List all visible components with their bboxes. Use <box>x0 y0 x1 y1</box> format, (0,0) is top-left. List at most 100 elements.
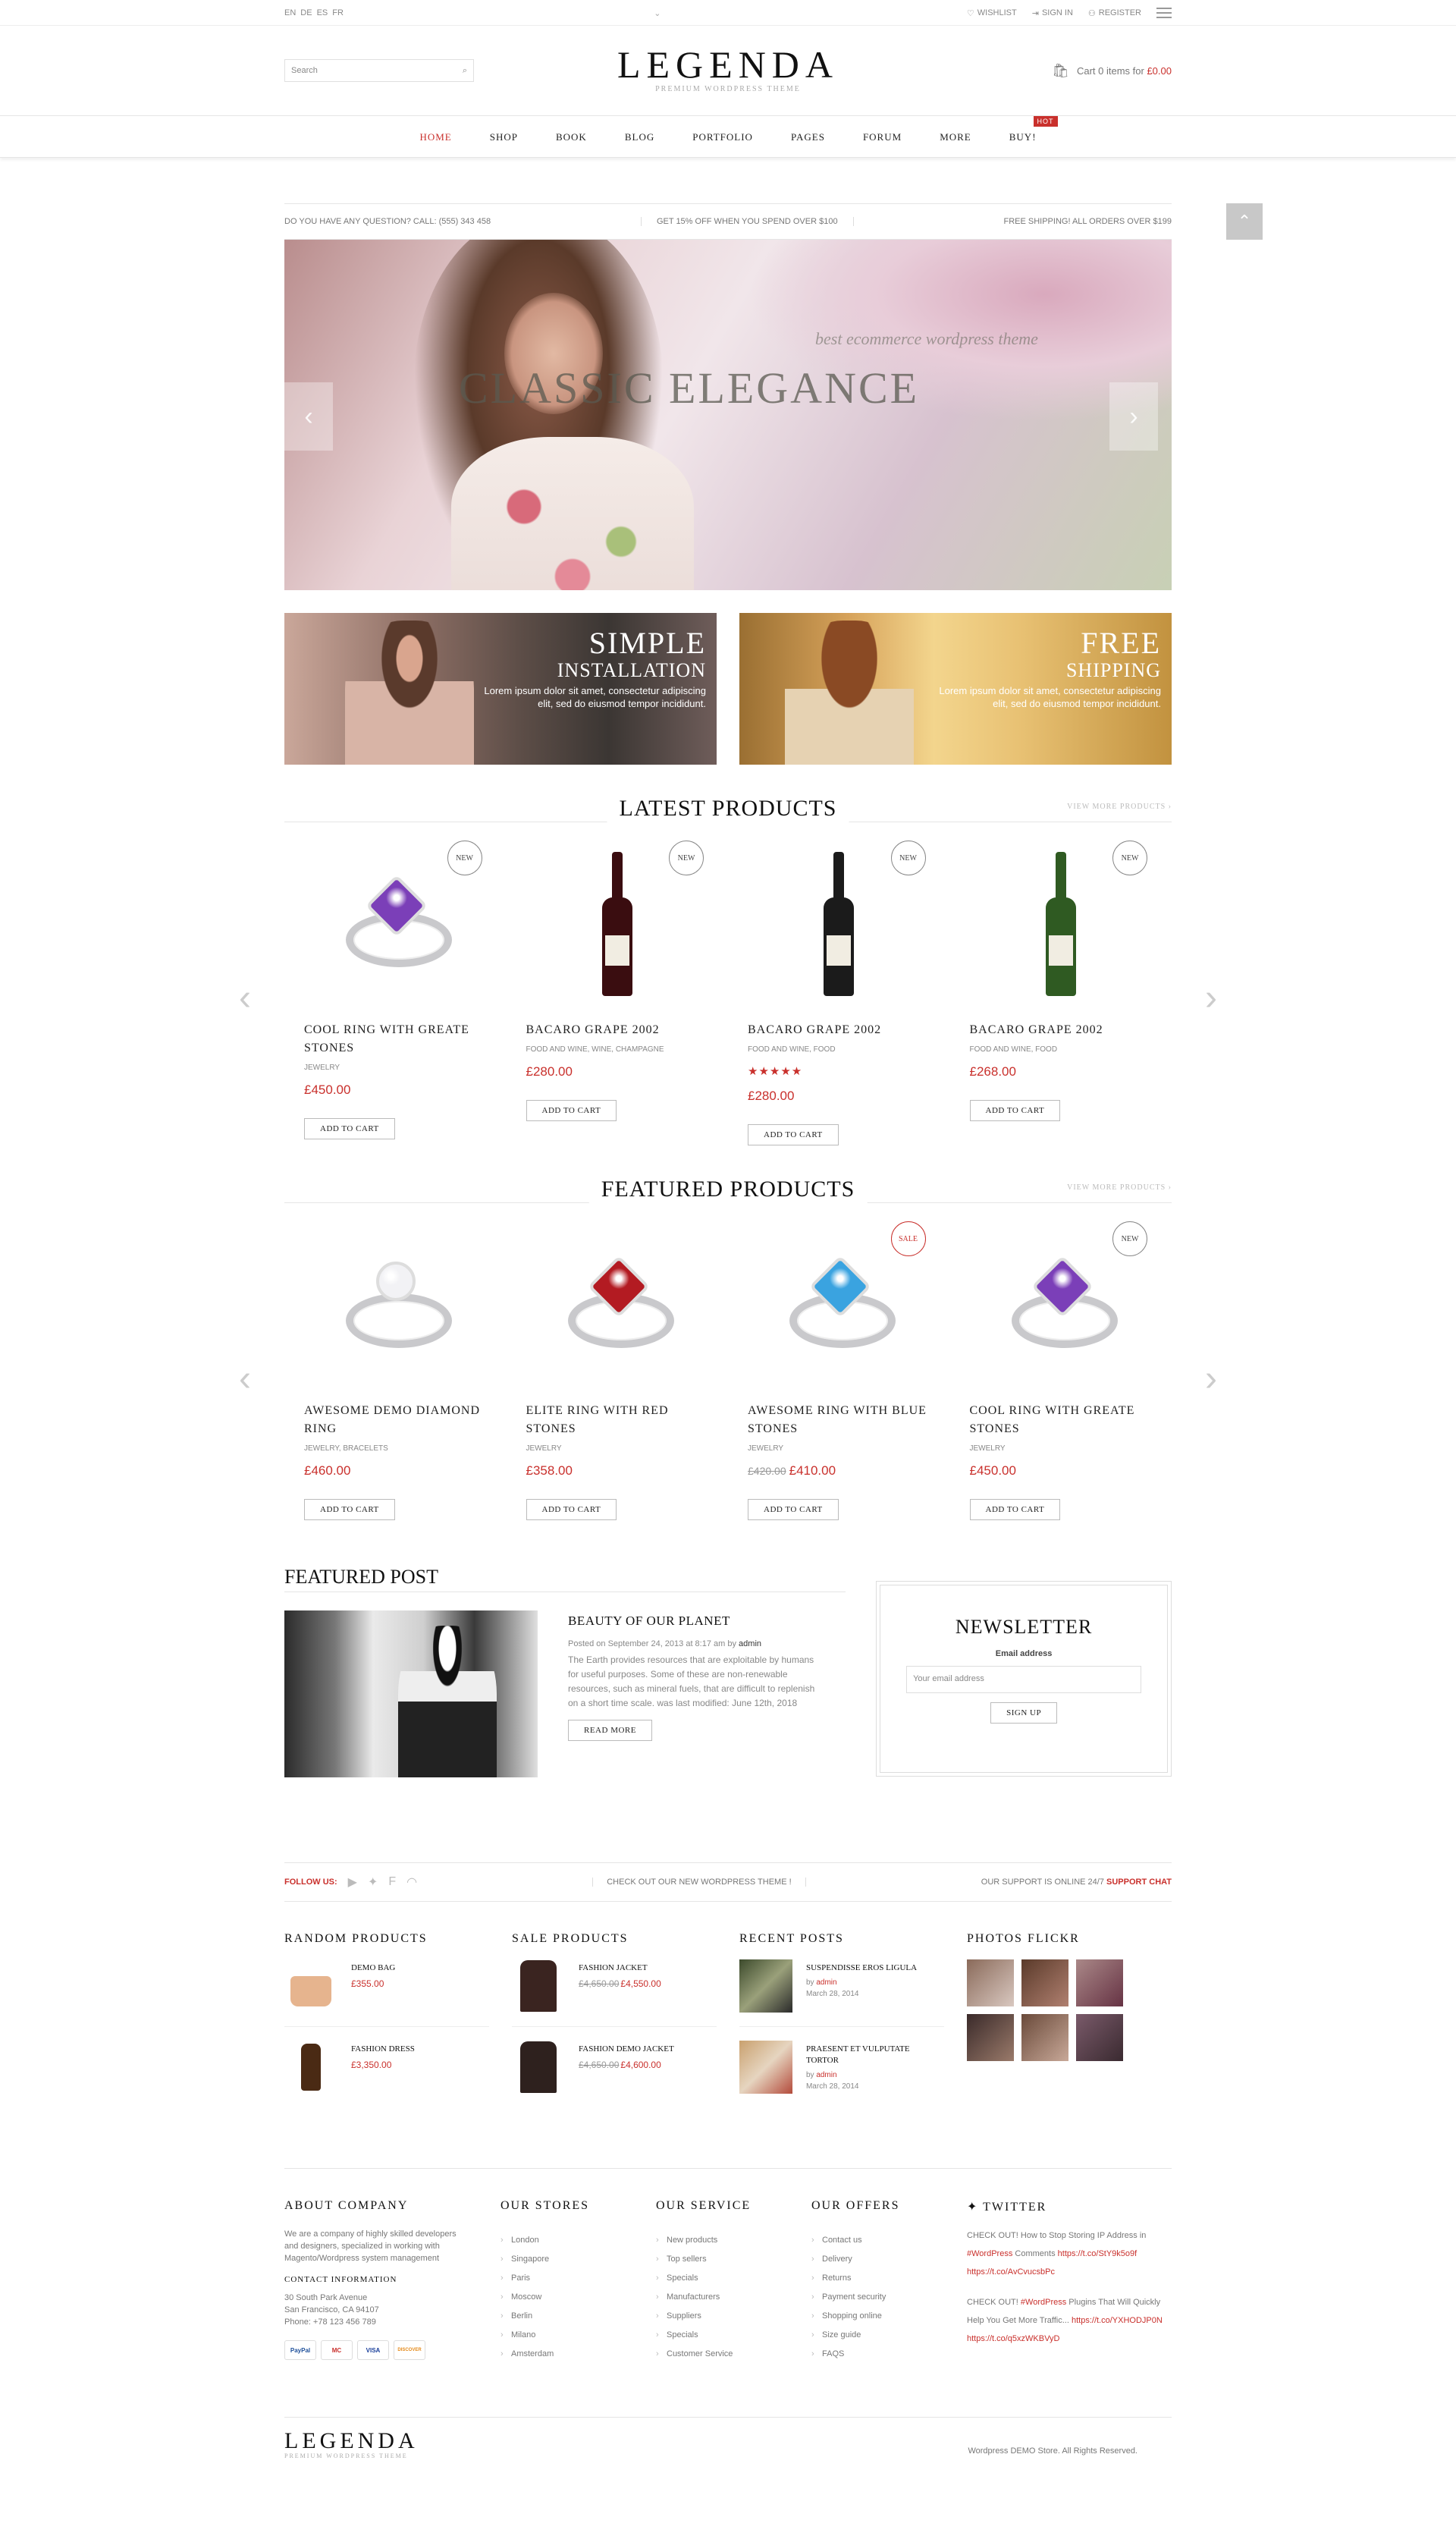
add-to-cart-button[interactable]: ADD TO CART <box>526 1499 617 1520</box>
footer-link[interactable]: Contact us <box>811 2231 933 2250</box>
flickr-photo[interactable] <box>967 2014 1014 2061</box>
hero-slider[interactable]: best ecommerce wordpress theme CLASSIC E… <box>284 240 1172 590</box>
banner-installation[interactable]: SIMPLE INSTALLATION Lorem ipsum dolor si… <box>284 613 717 765</box>
search-input[interactable]: Search ⌕ <box>284 59 474 82</box>
product-image[interactable]: SALE <box>748 1214 930 1396</box>
tweet-link[interactable]: https://t.co/q5xzWKBVyD <box>967 2334 1059 2343</box>
item-title[interactable]: FASHION DEMO JACKET <box>579 2044 674 2055</box>
footer-link[interactable]: Singapore <box>500 2250 622 2269</box>
list-item[interactable]: FASHION DRESS £3,350.00 <box>284 2041 489 2107</box>
slider-next-arrow-icon[interactable]: › <box>1109 382 1158 451</box>
footer-link[interactable]: Top sellers <box>656 2250 777 2269</box>
carousel-next-icon[interactable]: › <box>1205 1358 1217 1400</box>
footer-link[interactable]: New products <box>656 2231 777 2250</box>
sign-up-button[interactable]: SIGN UP <box>990 1702 1058 1724</box>
product-card[interactable]: NEW COOL RING WITH GREATE STONES JEWELRY £4… <box>950 1214 1172 1520</box>
product-image[interactable]: NEW <box>748 833 930 1015</box>
add-to-cart-button[interactable]: ADD TO CART <box>748 1499 839 1520</box>
nav-item-forum[interactable]: FORUM <box>863 131 902 143</box>
list-item[interactable]: FASHION JACKET £4,650.00 £4,550.00 <box>512 1959 717 2027</box>
email-field[interactable]: Your email address <box>906 1666 1142 1693</box>
signin-link[interactable]: ⇥ Sign In <box>1032 8 1073 18</box>
nav-item-more[interactable]: MORE <box>940 131 971 143</box>
cart-summary[interactable]: 🛍 Cart 0 items for £0.00 <box>1052 63 1172 79</box>
footer-link[interactable]: Suppliers <box>656 2307 777 2326</box>
follow-promo[interactable]: CHECK OUT OUR NEW WORDPRESS THEME ! <box>592 1878 806 1887</box>
list-item[interactable]: PRAESENT ET VULPUTATE TORTOR by admin Marc… <box>739 2041 944 2107</box>
footer-link[interactable]: Manufacturers <box>656 2288 777 2307</box>
footer-link[interactable]: Moscow <box>500 2288 622 2307</box>
flickr-photo[interactable] <box>967 1959 1014 2006</box>
footer-link[interactable]: Paris <box>500 2269 622 2288</box>
flickr-photo[interactable] <box>1076 2014 1123 2061</box>
product-image[interactable]: NEW <box>970 1214 1153 1396</box>
footer-link[interactable]: Milano <box>500 2326 622 2345</box>
add-to-cart-button[interactable]: ADD TO CART <box>748 1124 839 1145</box>
flickr-photo[interactable] <box>1021 1959 1068 2006</box>
tweet-link[interactable]: https://t.co/YXHODJP0N <box>1072 2316 1163 2325</box>
lang-fr[interactable]: FR <box>332 8 344 17</box>
item-title[interactable]: SUSPENDISSE EROS LIGULA <box>806 1962 917 1974</box>
post-title[interactable]: BEAUTY OF OUR PLANET <box>568 1614 818 1629</box>
footer-link[interactable]: Size guide <box>811 2326 933 2345</box>
post-author[interactable]: admin <box>816 2071 836 2079</box>
nav-item-buy[interactable]: BUY! HOT <box>1009 116 1058 143</box>
post-image[interactable] <box>284 1610 538 1777</box>
list-item[interactable]: SUSPENDISSE EROS LIGULA by admin March 28,… <box>739 1959 944 2027</box>
slider-prev-arrow-icon[interactable]: ‹ <box>284 382 333 451</box>
product-card[interactable]: NEW COOL RING WITH GREATE STONES JEWELRY £4… <box>284 833 507 1145</box>
item-title[interactable]: DEMO BAG <box>351 1962 395 1974</box>
rss-icon[interactable]: ◠ <box>406 1874 417 1890</box>
product-name[interactable]: BACARO GRAPE 2002 <box>748 1021 930 1039</box>
support-chat-link[interactable]: SUPPORT CHAT <box>1106 1878 1172 1887</box>
product-card[interactable]: NEW BACARO GRAPE 2002 FOOD AND WINE, WINE,… <box>507 833 729 1145</box>
chevron-down-icon[interactable]: ⌄ <box>654 8 661 18</box>
footer-link[interactable]: Customer Service <box>656 2345 777 2364</box>
product-card[interactable]: ELITE RING WITH RED STONES JEWELRY £358.00… <box>507 1214 729 1520</box>
logo[interactable]: LEGENDA PREMIUM WORDPRESS THEME <box>617 46 839 93</box>
footer-link[interactable]: Berlin <box>500 2307 622 2326</box>
footer-link[interactable]: Specials <box>656 2269 777 2288</box>
carousel-prev-icon[interactable]: ‹ <box>239 1358 251 1400</box>
footer-link[interactable]: FAQS <box>811 2345 933 2364</box>
lang-de[interactable]: DE <box>300 8 312 17</box>
add-to-cart-button[interactable]: ADD TO CART <box>304 1499 395 1520</box>
product-name[interactable]: COOL RING WITH GREATE STONES <box>970 1402 1153 1438</box>
add-to-cart-button[interactable]: ADD TO CART <box>526 1100 617 1121</box>
footer-link[interactable]: London <box>500 2231 622 2250</box>
footer-link[interactable]: Specials <box>656 2326 777 2345</box>
tweet-hashtag[interactable]: #WordPress <box>967 2249 1012 2258</box>
nav-item-book[interactable]: BOOK <box>556 131 587 143</box>
twitter-icon[interactable]: ✦ <box>368 1874 378 1890</box>
banner-shipping[interactable]: FREE SHIPPING Lorem ipsum dolor sit amet… <box>739 613 1172 765</box>
youtube-icon[interactable]: ▶ <box>348 1874 357 1890</box>
product-image[interactable]: NEW <box>304 833 487 1015</box>
add-to-cart-button[interactable]: ADD TO CART <box>969 1100 1061 1121</box>
carousel-next-icon[interactable]: › <box>1205 977 1217 1019</box>
search-icon[interactable]: ⌕ <box>463 66 467 76</box>
product-name[interactable]: ELITE RING WITH RED STONES <box>526 1402 709 1438</box>
view-more-link[interactable]: VIEW MORE PRODUCTS › <box>1067 803 1172 811</box>
post-author[interactable]: admin <box>739 1639 761 1648</box>
footer-link[interactable]: Returns <box>811 2269 933 2288</box>
nav-item-portfolio[interactable]: PORTFOLIO <box>692 131 753 143</box>
product-name[interactable]: COOL RING WITH GREATE STONES <box>304 1021 487 1057</box>
product-card[interactable]: SALE AWESOME RING WITH BLUE STONES JEWELRY… <box>728 1214 950 1520</box>
item-title[interactable]: PRAESENT ET VULPUTATE TORTOR <box>806 2044 944 2066</box>
tweet-link[interactable]: https://t.co/AvCvucsbPc <box>967 2267 1055 2277</box>
product-name[interactable]: BACARO GRAPE 2002 <box>526 1021 709 1039</box>
product-image[interactable]: NEW <box>526 833 709 1015</box>
tweet-link[interactable]: https://t.co/StY9k5o9f <box>1058 2249 1138 2258</box>
footer-link[interactable]: Amsterdam <box>500 2345 622 2364</box>
carousel-prev-icon[interactable]: ‹ <box>239 977 251 1019</box>
add-to-cart-button[interactable]: ADD TO CART <box>969 1499 1061 1520</box>
product-image[interactable]: NEW <box>970 833 1153 1015</box>
view-more-link[interactable]: VIEW MORE PRODUCTS › <box>1067 1183 1172 1192</box>
register-link[interactable]: ⚇ Register <box>1088 8 1141 18</box>
list-item[interactable]: FASHION DEMO JACKET £4,650.00 £4,600.00 <box>512 2041 717 2107</box>
product-card[interactable]: AWESOME DEMO DIAMOND RING JEWELRY, BRACEL… <box>284 1214 507 1520</box>
footer-link[interactable]: Payment security <box>811 2288 933 2307</box>
nav-item-blog[interactable]: BLOG <box>625 131 654 143</box>
product-image[interactable] <box>304 1214 487 1396</box>
footer-logo[interactable]: LEGENDA PREMIUM WORDPRESS THEME <box>284 2430 419 2460</box>
